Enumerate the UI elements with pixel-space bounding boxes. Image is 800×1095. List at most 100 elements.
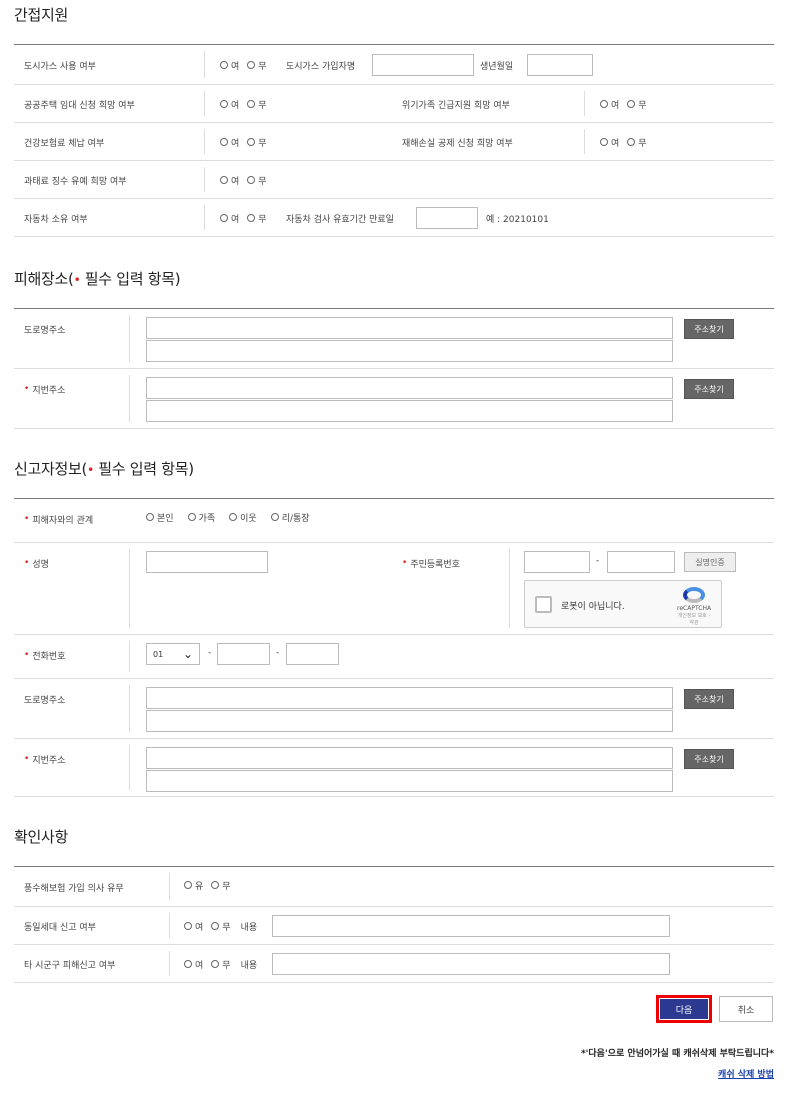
cancel-button[interactable]: 취소 bbox=[719, 996, 773, 1022]
row-label: 동일세대 신고 여부 bbox=[24, 922, 96, 933]
row-phone: • 전화번호 01 ⌄ - - bbox=[14, 635, 774, 679]
row-relation: • 피해자와의 관계 본인 가족 이웃 리/통장 bbox=[14, 499, 774, 543]
row-label: 도시가스 사용 여부 bbox=[24, 61, 96, 72]
other-district-content-input[interactable] bbox=[272, 953, 670, 975]
row-public-housing: 공공주택 임대 신청 희망 여부 여 무 위기가족 긴급지원 희망 여부 여 무 bbox=[14, 85, 774, 123]
cache-delete-link[interactable]: 캐쉬 삭제 방법 bbox=[718, 1067, 774, 1080]
row-label: • 지번주소 bbox=[24, 384, 66, 396]
relation-radio-group: 본인 가족 이웃 리/통장 bbox=[146, 499, 318, 535]
radio-yes[interactable]: 여 bbox=[184, 920, 203, 933]
radio-no[interactable]: 무 bbox=[211, 920, 231, 933]
row-name-rrn: • 성명 • 주민등록번호 - 실명인증 로봇이 아닙니다. reCAPTCHA 개… bbox=[14, 543, 774, 635]
section-title-indirect-support: 간접지원 bbox=[14, 6, 69, 24]
phone-middle-input[interactable] bbox=[217, 643, 270, 665]
section-title-damage-location: 피해장소(• 필수 입력 항목) bbox=[14, 270, 181, 288]
radio-group: 여 무 bbox=[220, 85, 275, 123]
radio-group: 여 무 bbox=[220, 161, 275, 199]
row-right-label: 재해손실 공제 신청 희망 여부 bbox=[402, 138, 513, 149]
vehicle-inspection-input[interactable] bbox=[416, 207, 478, 229]
verify-name-button[interactable]: 실명인증 bbox=[684, 552, 736, 572]
rrn-front-input[interactable] bbox=[524, 551, 590, 573]
date-example: 예 : 20210101 bbox=[486, 215, 549, 225]
radio-yes[interactable]: 여 bbox=[220, 212, 239, 225]
section-title-reporter-info: 신고자정보(• 필수 입력 항목) bbox=[14, 460, 194, 478]
row-label: 자동차 소유 여부 bbox=[24, 214, 88, 225]
next-button[interactable]: 다음 bbox=[660, 999, 708, 1019]
find-address-button[interactable]: 주소찾기 bbox=[684, 319, 734, 339]
recaptcha-icon bbox=[683, 587, 705, 603]
row-same-household: 동일세대 신고 여부 여 무 내용 bbox=[14, 907, 774, 945]
same-household-content-input[interactable] bbox=[272, 915, 670, 937]
birthdate-input[interactable] bbox=[527, 54, 593, 76]
radio-no[interactable]: 무 bbox=[211, 879, 231, 892]
find-address-button[interactable]: 주소찾기 bbox=[684, 379, 734, 399]
radio-no[interactable]: 무 bbox=[627, 98, 647, 111]
find-address-button[interactable]: 주소찾기 bbox=[684, 689, 734, 709]
road-address-input-2[interactable] bbox=[146, 340, 673, 362]
recaptcha-text: 로봇이 아닙니다. bbox=[561, 602, 625, 612]
radio-no[interactable]: 무 bbox=[247, 98, 267, 111]
radio-yes[interactable]: 여 bbox=[184, 958, 203, 971]
find-address-button[interactable]: 주소찾기 bbox=[684, 749, 734, 769]
city-gas-subscriber-label: 도시가스 가입자명 bbox=[286, 62, 356, 72]
rrn-label: • 주민등록번호 bbox=[402, 558, 460, 570]
row-vehicle: 자동차 소유 여부 여 무 자동차 검사 유효기간 만료일 예 : 202101… bbox=[14, 199, 774, 237]
city-gas-subscriber-input[interactable] bbox=[372, 54, 474, 76]
content-label: 내용 bbox=[240, 960, 258, 971]
cache-notice: *'다음'으로 안넘어가실 때 캐쉬삭제 부탁드립니다* bbox=[580, 1049, 774, 1059]
row-label: • 지번주소 bbox=[24, 754, 66, 766]
radio-group: 유 무 bbox=[184, 867, 239, 903]
radio-neighbor[interactable]: 이웃 bbox=[229, 511, 257, 524]
jibun-address-input-1[interactable] bbox=[146, 747, 673, 769]
radio-family[interactable]: 가족 bbox=[187, 511, 215, 524]
damage-location-table: 도로명주소 주소찾기 • 지번주소 주소찾기 bbox=[14, 308, 774, 429]
road-address-input-1[interactable] bbox=[146, 687, 673, 709]
name-input[interactable] bbox=[146, 551, 268, 573]
dash: - bbox=[208, 648, 212, 658]
row-other-district: 타 시군구 피해신고 여부 여 무 내용 bbox=[14, 945, 774, 983]
rrn-back-input[interactable] bbox=[607, 551, 675, 573]
jibun-address-input-2[interactable] bbox=[146, 770, 673, 792]
radio-group: 여 무 내용 bbox=[184, 907, 257, 945]
row-label: 과태료 징수 유예 희망 여부 bbox=[24, 176, 127, 187]
chevron-down-icon: ⌄ bbox=[182, 647, 193, 661]
radio-no[interactable]: 무 bbox=[211, 958, 231, 971]
phone-last-input[interactable] bbox=[286, 643, 339, 665]
radio-group: 여 무 bbox=[220, 123, 275, 161]
row-label: 공공주택 임대 신청 희망 여부 bbox=[24, 100, 135, 111]
next-button-highlight: 다음 bbox=[656, 995, 712, 1023]
content-label: 내용 bbox=[240, 922, 258, 933]
radio-no[interactable]: 무 bbox=[627, 136, 647, 149]
jibun-address-input-1[interactable] bbox=[146, 377, 673, 399]
radio-no[interactable]: 무 bbox=[247, 174, 267, 187]
radio-yes[interactable]: 유 bbox=[184, 879, 203, 892]
radio-yes[interactable]: 여 bbox=[600, 98, 619, 111]
row-label: 타 시군구 피해신고 여부 bbox=[24, 960, 116, 971]
radio-self[interactable]: 본인 bbox=[146, 511, 174, 524]
radio-no[interactable]: 무 bbox=[247, 136, 267, 149]
row-jibun-address: • 지번주소 주소찾기 bbox=[14, 739, 774, 797]
row-label: 풍수해보험 가입 의사 유무 bbox=[24, 883, 124, 894]
birthdate-label: 생년월일 bbox=[480, 62, 514, 72]
radio-yes[interactable]: 여 bbox=[220, 174, 239, 187]
phone-prefix-select[interactable]: 01 ⌄ bbox=[146, 643, 200, 665]
recaptcha-logo: reCAPTCHA 개인정보 보호 - 약관 bbox=[677, 587, 711, 626]
radio-yes[interactable]: 여 bbox=[600, 136, 619, 149]
recaptcha-checkbox[interactable] bbox=[535, 596, 552, 613]
radio-yes[interactable]: 여 bbox=[220, 59, 239, 72]
recaptcha-widget: 로봇이 아닙니다. reCAPTCHA 개인정보 보호 - 약관 bbox=[524, 580, 722, 628]
row-label: • 성명 bbox=[24, 558, 49, 570]
radio-village-head[interactable]: 리/통장 bbox=[270, 511, 310, 524]
radio-group: 여 무 bbox=[220, 45, 275, 85]
radio-yes[interactable]: 여 bbox=[220, 136, 239, 149]
road-address-input-1[interactable] bbox=[146, 317, 673, 339]
row-label: • 전화번호 bbox=[24, 650, 66, 662]
road-address-input-2[interactable] bbox=[146, 710, 673, 732]
radio-group: 여 무 bbox=[600, 85, 655, 123]
radio-no[interactable]: 무 bbox=[247, 212, 267, 225]
radio-no[interactable]: 무 bbox=[247, 59, 267, 72]
row-label: 도로명주소 bbox=[24, 695, 66, 706]
radio-yes[interactable]: 여 bbox=[220, 98, 239, 111]
row-fine-deferral: 과태료 징수 유예 희망 여부 여 무 bbox=[14, 161, 774, 199]
jibun-address-input-2[interactable] bbox=[146, 400, 673, 422]
